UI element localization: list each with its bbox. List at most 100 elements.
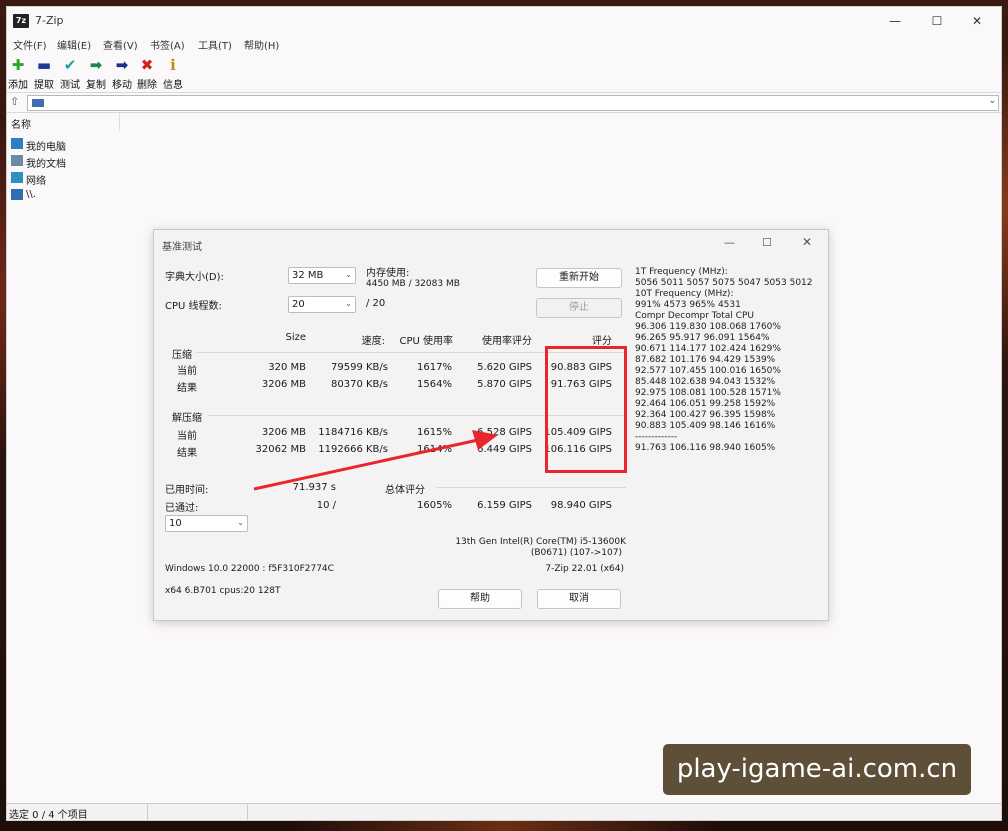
copy-arrow-icon: ➡ — [89, 56, 103, 74]
column-header-name[interactable]: 名称 — [7, 113, 120, 131]
minus-icon: ▬ — [36, 56, 52, 74]
freq-line: 85.448 102.638 94.043 1532% — [635, 377, 776, 387]
passed-value: 10 / — [316, 500, 336, 511]
frequency-log: 1T Frequency (MHz): 5056 5011 5057 5075 … — [635, 267, 813, 454]
restart-button[interactable]: 重新开始 — [536, 268, 622, 288]
drive-icon — [11, 189, 23, 200]
threads-label: CPU 线程数: — [165, 301, 222, 312]
chevron-down-icon[interactable]: ⌄ — [988, 96, 996, 106]
compress-result-usage: 5.870 GIPS — [477, 379, 532, 390]
extract-button[interactable]: ▬ 提取 — [31, 56, 57, 92]
status-bar: 选定 0 / 4 个项目 — [7, 803, 1001, 821]
toolbar: ✚ 添加 ▬ 提取 ✔ 测试 ➡ 复制 ➡ 移动 ✖ 删除 ℹ 信息 — [7, 53, 1001, 93]
threads-select[interactable]: 20 ⌄ — [288, 296, 356, 313]
delete-button[interactable]: ✖ 删除 — [134, 56, 160, 92]
freq-line: 91.763 106.116 98.940 1605% — [635, 443, 776, 453]
move-label: 移动 — [112, 80, 132, 91]
compress-current-size: 320 MB — [268, 362, 306, 373]
close-button[interactable]: ✕ — [957, 9, 997, 33]
compress-result-cpu: 1564% — [417, 379, 452, 390]
freq-line: 5056 5011 5057 5075 5047 5053 5012 — [635, 278, 813, 288]
compress-group-label: 压缩 — [172, 350, 192, 361]
delete-x-icon: ✖ — [140, 56, 154, 74]
window-title: 7-Zip — [35, 14, 64, 27]
elapsed-label: 已用时间: — [165, 485, 209, 496]
move-arrow-icon: ➡ — [115, 56, 129, 74]
menu-bookmarks[interactable]: 书签(A) — [150, 37, 185, 52]
up-folder-icon[interactable]: ⇧ — [10, 95, 19, 108]
passed-label: 已通过: — [165, 503, 199, 514]
freq-line: 92.464 106.051 99.258 1592% — [635, 399, 776, 409]
header-usage-score: 使用率评分 — [482, 336, 532, 347]
menu-file[interactable]: 文件(F) — [13, 37, 47, 52]
dialog-title: 基准测试 — [162, 242, 202, 253]
path-input[interactable]: ⌄ — [27, 95, 999, 111]
decompress-result-usage: 6.449 GIPS — [477, 444, 532, 455]
menu-help[interactable]: 帮助(H) — [244, 37, 279, 52]
dialog-maximize-icon[interactable]: ☐ — [762, 236, 772, 249]
cancel-button[interactable]: 取消 — [537, 589, 621, 609]
plus-icon: ✚ — [11, 56, 25, 74]
header-score: 评分 — [592, 336, 612, 347]
header-size: Size — [285, 332, 306, 343]
freq-line: 90.671 114.177 102.424 1629% — [635, 344, 781, 354]
stop-button[interactable]: 停止 — [536, 298, 622, 318]
total-cpu: 1605% — [417, 500, 452, 511]
freq-line: 1T Frequency (MHz): — [635, 267, 728, 277]
memory-value: 4450 MB / 32083 MB — [366, 279, 460, 289]
compress-current-speed: 79599 KB/s — [331, 362, 388, 373]
check-icon: ✔ — [63, 56, 77, 74]
freq-line: 991% 4573 965% 4531 — [635, 300, 741, 310]
move-button[interactable]: ➡ 移动 — [109, 56, 135, 92]
header-speed: 速度: — [361, 336, 385, 347]
freq-line: 10T Frequency (MHz): — [635, 289, 734, 299]
compress-current-label: 当前 — [177, 366, 197, 377]
menu-view[interactable]: 查看(V) — [103, 37, 138, 52]
info-label: 信息 — [163, 80, 183, 91]
add-button[interactable]: ✚ 添加 — [5, 56, 31, 92]
list-item-label: 网络 — [26, 176, 46, 187]
test-button[interactable]: ✔ 测试 — [57, 56, 83, 92]
menu-edit[interactable]: 编辑(E) — [57, 37, 91, 52]
freq-line: 92.577 107.455 100.016 1650% — [635, 366, 781, 376]
memory-label: 内存使用: — [366, 268, 410, 279]
decompress-current-size: 3206 MB — [261, 427, 306, 438]
threads-value: 20 — [292, 299, 305, 310]
app-logo-icon: 7z — [13, 14, 29, 28]
extract-label: 提取 — [34, 80, 54, 91]
chevron-down-icon: ⌄ — [345, 270, 352, 279]
decompress-current-cpu: 1615% — [417, 427, 452, 438]
passes-select[interactable]: 10 ⌄ — [165, 515, 248, 532]
help-button[interactable]: 帮助 — [438, 589, 522, 609]
freq-line: 92.975 108.081 100.528 1571% — [635, 388, 781, 398]
dict-size-select[interactable]: 32 MB ⌄ — [288, 267, 356, 284]
cpu-name: 13th Gen Intel(R) Core(TM) i5-13600K — [455, 537, 626, 547]
benchmark-dialog: 基准测试 — ☐ ✕ 字典大小(D): 32 MB ⌄ CPU 线程数: 20 … — [153, 229, 829, 621]
add-label: 添加 — [8, 80, 28, 91]
group-divider — [436, 487, 626, 488]
menu-tools[interactable]: 工具(T) — [198, 37, 232, 52]
copy-label: 复制 — [86, 80, 106, 91]
dialog-minimize-icon[interactable]: — — [724, 236, 735, 249]
info-icon: ℹ — [170, 56, 176, 74]
chevron-down-icon: ⌄ — [237, 518, 244, 527]
computer-path-icon — [32, 99, 44, 107]
delete-label: 删除 — [137, 80, 157, 91]
passes-value: 10 — [169, 518, 182, 529]
compress-current-cpu: 1617% — [417, 362, 452, 373]
copy-button[interactable]: ➡ 复制 — [83, 56, 109, 92]
computer-icon — [11, 138, 23, 149]
cpu-id: (B0671) (107->107) — [530, 548, 622, 558]
status-text: 选定 0 / 4 个项目 — [9, 810, 88, 821]
maximize-button[interactable]: ☐ — [917, 9, 957, 33]
menu-bar: 文件(F) 编辑(E) 查看(V) 书签(A) 工具(T) 帮助(H) — [7, 35, 1001, 53]
dialog-close-icon[interactable]: ✕ — [802, 235, 812, 249]
dict-size-label: 字典大小(D): — [165, 272, 224, 283]
total-score: 98.940 GIPS — [550, 500, 612, 511]
freq-line: Compr Decompr Total CPU — [635, 311, 754, 321]
info-button[interactable]: ℹ 信息 — [160, 56, 186, 92]
freq-line: 96.306 119.830 108.068 1760% — [635, 322, 781, 332]
title-bar: 7z 7-Zip — ☐ ✕ — [7, 7, 1001, 35]
minimize-button[interactable]: — — [875, 9, 915, 33]
freq-line: 90.883 105.409 98.146 1616% — [635, 421, 776, 431]
